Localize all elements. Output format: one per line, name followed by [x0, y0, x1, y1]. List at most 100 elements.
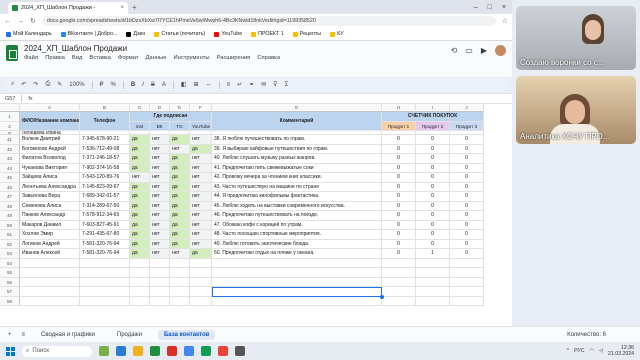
purchase-count[interactable]	[450, 287, 484, 297]
document-title[interactable]: 2024_ХП_Шаблон Продажи	[24, 44, 127, 53]
subscription-dropdown[interactable]: да	[170, 154, 190, 164]
subscription-dropdown[interactable]: да	[130, 154, 150, 164]
comment-cell[interactable]: 48. Часто посещаю спортивные мероприятия…	[212, 230, 382, 240]
purchase-count[interactable]: 0	[450, 239, 484, 249]
zoom-select[interactable]: 100%	[69, 82, 84, 88]
menu-extensions[interactable]: Расширения	[217, 55, 251, 61]
purchase-count[interactable]: 0	[382, 230, 416, 240]
purchase-count[interactable]: 0	[382, 173, 416, 183]
subscription-dropdown[interactable]	[150, 277, 170, 287]
purchase-count[interactable]: 0	[450, 144, 484, 154]
column-header[interactable]: C	[130, 104, 150, 112]
purchase-count[interactable]: 0	[382, 192, 416, 202]
purchase-count[interactable]: 0	[382, 182, 416, 192]
comment-cell[interactable]: 44. Я предпочитаю кинофильмы фантастика.	[212, 192, 382, 202]
column-header[interactable]: B	[80, 104, 130, 112]
subscription-dropdown[interactable]: нет	[150, 230, 170, 240]
functions-icon[interactable]: Σ	[285, 82, 289, 88]
purchase-count[interactable]: 0	[416, 230, 450, 240]
subscription-dropdown[interactable]: да	[170, 220, 190, 230]
row-header[interactable]: 56	[0, 277, 20, 287]
comment-cell[interactable]	[212, 277, 382, 287]
purchase-count[interactable]: 0	[450, 163, 484, 173]
contact-phone[interactable]: 7-902-374-16-58	[80, 163, 130, 173]
subscription-dropdown[interactable]: да	[130, 192, 150, 202]
subscription-dropdown[interactable]: да	[130, 163, 150, 173]
purchase-count[interactable]: 0	[416, 201, 450, 211]
contact-phone[interactable]: 7-371-246-18-57	[80, 154, 130, 164]
volume-icon[interactable]: ◁	[599, 348, 603, 354]
purchase-count[interactable]: 0	[450, 220, 484, 230]
comment-cell[interactable]: 45. Люблю ходить на выставки современног…	[212, 201, 382, 211]
subscription-dropdown[interactable]	[190, 296, 212, 306]
row-header[interactable]: 46	[0, 182, 20, 192]
subscription-dropdown[interactable]	[190, 268, 212, 278]
subscription-dropdown[interactable]	[130, 268, 150, 278]
purchase-count[interactable]: 0	[382, 144, 416, 154]
subscription-dropdown[interactable]	[130, 296, 150, 306]
subscription-dropdown[interactable]	[130, 287, 150, 297]
subscription-dropdown[interactable]	[170, 296, 190, 306]
purchase-count[interactable]	[382, 258, 416, 268]
minimize-icon[interactable]: –	[474, 4, 478, 11]
participant-tile[interactable]: Создаю воронки со с...	[516, 6, 636, 70]
column-header[interactable]: I	[416, 104, 450, 112]
comment-cell[interactable]: 42. Провожу вечера за чтением книг класс…	[212, 173, 382, 183]
contact-phone[interactable]: 7-603-827-45-91	[80, 220, 130, 230]
subscription-dropdown[interactable]: да	[170, 192, 190, 202]
tab-summary[interactable]: Сводная и графики	[35, 330, 101, 340]
subscription-dropdown[interactable]: нет	[150, 154, 170, 164]
text-color-icon[interactable]: A	[162, 82, 166, 88]
menu-tools[interactable]: Инструменты	[173, 55, 209, 61]
contact-phone[interactable]: 7-578-912-34-65	[80, 211, 130, 221]
purchase-count[interactable]: 0	[382, 211, 416, 221]
subscription-dropdown[interactable]	[150, 296, 170, 306]
purchase-count[interactable]	[450, 268, 484, 278]
row-header[interactable]: 41	[0, 135, 20, 145]
purchase-count[interactable]: 0	[382, 249, 416, 259]
contact-name[interactable]: Леонтьева Александра	[20, 182, 80, 192]
row-header[interactable]: 58	[0, 296, 20, 306]
app-icon[interactable]	[235, 346, 245, 356]
column-header[interactable]: G	[212, 104, 382, 112]
contact-name[interactable]: Филатов Всеволод	[20, 154, 80, 164]
merge-icon[interactable]: ⇔	[206, 82, 212, 88]
comment-cell[interactable]: 49. Люблю готовить экзотические блюда.	[212, 239, 382, 249]
comment-cell[interactable]: 41. Предпочитаю пить свежевыжатые соки	[212, 163, 382, 173]
wifi-icon[interactable]: ◠	[590, 348, 595, 354]
contact-phone[interactable]	[80, 287, 130, 297]
comment-cell[interactable]: 38. Я люблю путешествовать по горам.	[212, 135, 382, 145]
history-icon[interactable]: ⟲	[451, 46, 458, 55]
comment-cell[interactable]: 40. Люблю слушать музыку разных жанров.	[212, 154, 382, 164]
purchase-count[interactable]	[382, 287, 416, 297]
close-window-icon[interactable]: ×	[502, 4, 506, 11]
subscription-dropdown[interactable]: нет	[190, 220, 212, 230]
purchase-count[interactable]: 0	[416, 135, 450, 145]
column-header[interactable]: D	[150, 104, 170, 112]
column-header[interactable]: H	[382, 104, 416, 112]
subscription-dropdown[interactable]: да	[170, 135, 190, 145]
column-header[interactable]: A	[20, 104, 80, 112]
contact-name[interactable]: Волков Дмитрий	[20, 135, 80, 145]
subscription-dropdown[interactable]	[170, 258, 190, 268]
contact-name[interactable]: Завьялова Вера	[20, 192, 80, 202]
subscription-dropdown[interactable]	[170, 268, 190, 278]
menu-insert[interactable]: Вставка	[89, 55, 111, 61]
subscription-dropdown[interactable]	[190, 287, 212, 297]
row-header[interactable]: 44	[0, 163, 20, 173]
fill-color-icon[interactable]: ◧	[181, 81, 187, 88]
contact-phone[interactable]: 7-536-712-49-08	[80, 144, 130, 154]
row-header[interactable]: 1	[0, 112, 20, 122]
purchase-count[interactable]: 0	[416, 220, 450, 230]
reload-icon[interactable]: ↻	[30, 17, 36, 25]
comment-icon[interactable]: ▭	[465, 46, 473, 55]
tab-contacts[interactable]: База контактов	[157, 329, 216, 340]
contact-phone[interactable]: 7-581-320-76-94	[80, 239, 130, 249]
purchase-count[interactable]: 0	[450, 249, 484, 259]
subscription-dropdown[interactable]: да	[170, 173, 190, 183]
url-input[interactable]: docs.google.com/spreadsheets/d/1bDzsXbXw…	[41, 16, 496, 26]
insert-comment-icon[interactable]: ✉	[261, 81, 266, 88]
contact-phone[interactable]: 7-145-823-09-67	[80, 182, 130, 192]
purchase-count[interactable]	[416, 258, 450, 268]
subscription-dropdown[interactable]: да	[130, 249, 150, 259]
